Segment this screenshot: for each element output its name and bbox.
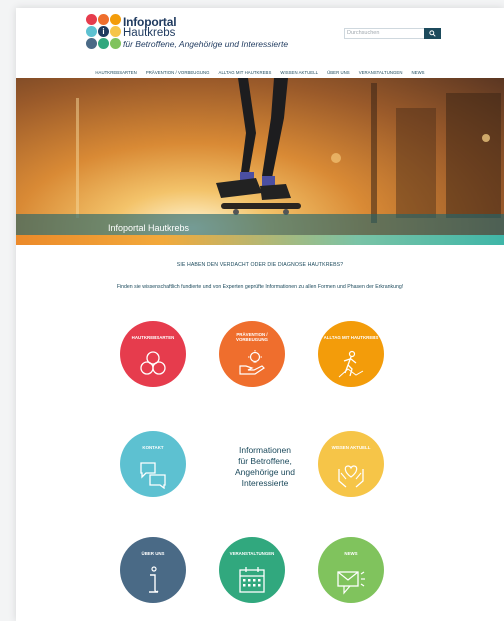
search-button[interactable]: [424, 28, 441, 39]
tile-wissen-aktuell[interactable]: WISSEN AKTUELL: [318, 431, 384, 497]
nav-item-alltag[interactable]: ALLTAG MIT HAUTKREBS: [219, 70, 272, 75]
nav-item-veranstaltungen[interactable]: VERANSTALTUNGEN: [359, 70, 403, 75]
logo-dots-icon: i: [86, 14, 122, 50]
tile-label: HAUTKREBSARTEN: [131, 335, 175, 340]
center-line: Informationen: [239, 445, 291, 455]
hero-color-stripe: [16, 235, 504, 245]
cells-icon: [140, 351, 166, 375]
page: i Infoportal Hautkrebs für Betroffene, A…: [16, 8, 504, 621]
intro-heading: SIE HABEN DEN VERDACHT ODER DIE DIAGNOSE…: [176, 262, 344, 268]
hero-title-bar: [16, 214, 504, 235]
heart-hands-icon: [338, 465, 364, 488]
center-line: Interessierte: [241, 478, 289, 488]
tile-label: ÜBER UNS: [141, 551, 165, 556]
hiker-icon: [338, 350, 364, 378]
calendar-icon: [239, 567, 265, 593]
site-logo[interactable]: i Infoportal Hautkrebs für Betroffene, A…: [86, 14, 289, 60]
hero-banner: Infoportal Hautkrebs: [16, 78, 504, 245]
search-input[interactable]: Durchsuchen: [344, 28, 426, 39]
logo-subtitle: Hautkrebs: [123, 27, 176, 39]
chat-bubbles-icon: [140, 462, 166, 489]
center-line: für Betroffene,: [238, 456, 292, 466]
main-nav: HAUTKREBSARTEN PRÄVENTION / VORBEUGUNG A…: [16, 66, 504, 78]
tile-praevention[interactable]: PRÄVENTION / VORBEUGUNG: [219, 321, 285, 387]
search-icon: [429, 30, 436, 37]
tile-ueber-uns[interactable]: ÜBER UNS: [120, 537, 186, 603]
megaphone-icon: [337, 571, 365, 595]
nav-item-hautkrebsarten[interactable]: HAUTKREBSARTEN: [95, 70, 136, 75]
intro-text: Finden sie wissenschaftlich fundierte un…: [116, 284, 404, 290]
nav-item-praevention[interactable]: PRÄVENTION / VORBEUGUNG: [146, 70, 210, 75]
tile-hautkrebsarten[interactable]: HAUTKREBSARTEN: [120, 321, 186, 387]
tile-label: KONTAKT: [142, 445, 164, 450]
nav-item-ueber-uns[interactable]: ÜBER UNS: [327, 70, 350, 75]
center-line: Angehörige und: [234, 467, 296, 477]
info-icon: [149, 566, 159, 593]
tile-label: VERANSTALTUNGEN: [229, 551, 275, 556]
tile-alltag[interactable]: ALLTAG MIT HAUTKREBS: [318, 321, 384, 387]
tile-label: ALLTAG MIT HAUTKREBS: [323, 335, 379, 340]
center-tagline: Informationen für Betroffene, Angehörige…: [221, 445, 309, 489]
tile-kontakt[interactable]: KONTAKT: [120, 431, 186, 497]
tile-news[interactable]: NEWS: [318, 537, 384, 603]
lightbulb-hand-icon: [239, 350, 265, 375]
tile-label: NEWS: [344, 551, 358, 556]
nav-item-wissen[interactable]: WISSEN AKTUELL: [280, 70, 318, 75]
tile-label: PRÄVENTION / VORBEUGUNG: [236, 332, 268, 342]
logo-tagline: für Betroffene, Angehörige und Interessi…: [123, 39, 289, 49]
tile-veranstaltungen[interactable]: VERANSTALTUNGEN: [219, 537, 285, 603]
nav-item-news[interactable]: NEWS: [412, 70, 425, 75]
search-form: Durchsuchen: [344, 28, 442, 40]
tile-label: WISSEN AKTUELL: [331, 445, 371, 450]
hero-title: Infoportal Hautkrebs: [108, 223, 190, 233]
